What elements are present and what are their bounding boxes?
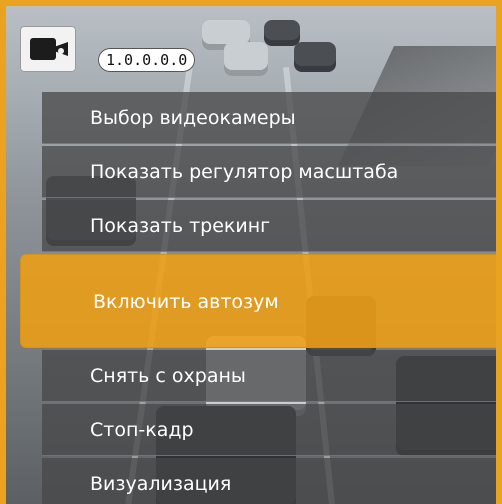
car (264, 20, 300, 46)
camera-id-label: 1.0.0.0.0 (98, 48, 196, 72)
menu-item-disarm[interactable]: Снять с охраны (42, 350, 496, 402)
menu-item-select-camera[interactable]: Выбор видеокамеры (42, 92, 496, 144)
video-camera-icon[interactable] (20, 26, 76, 72)
menu-item-freeze-frame[interactable]: Стоп-кадр (42, 404, 496, 456)
car (224, 42, 268, 76)
car (294, 42, 336, 72)
context-menu: Выбор видеокамеры Показать регулятор мас… (20, 92, 496, 504)
menu-item-show-tracking[interactable]: Показать трекинг (42, 200, 496, 252)
menu-item-show-zoom-control[interactable]: Показать регулятор масштаба (42, 146, 496, 198)
menu-item-visualization[interactable]: Визуализация (42, 458, 496, 504)
video-tile[interactable]: 1.0.0.0.0 Выбор видеокамеры Показать рег… (0, 0, 502, 504)
menu-item-enable-autozoom[interactable]: Включить автозум (20, 254, 496, 348)
